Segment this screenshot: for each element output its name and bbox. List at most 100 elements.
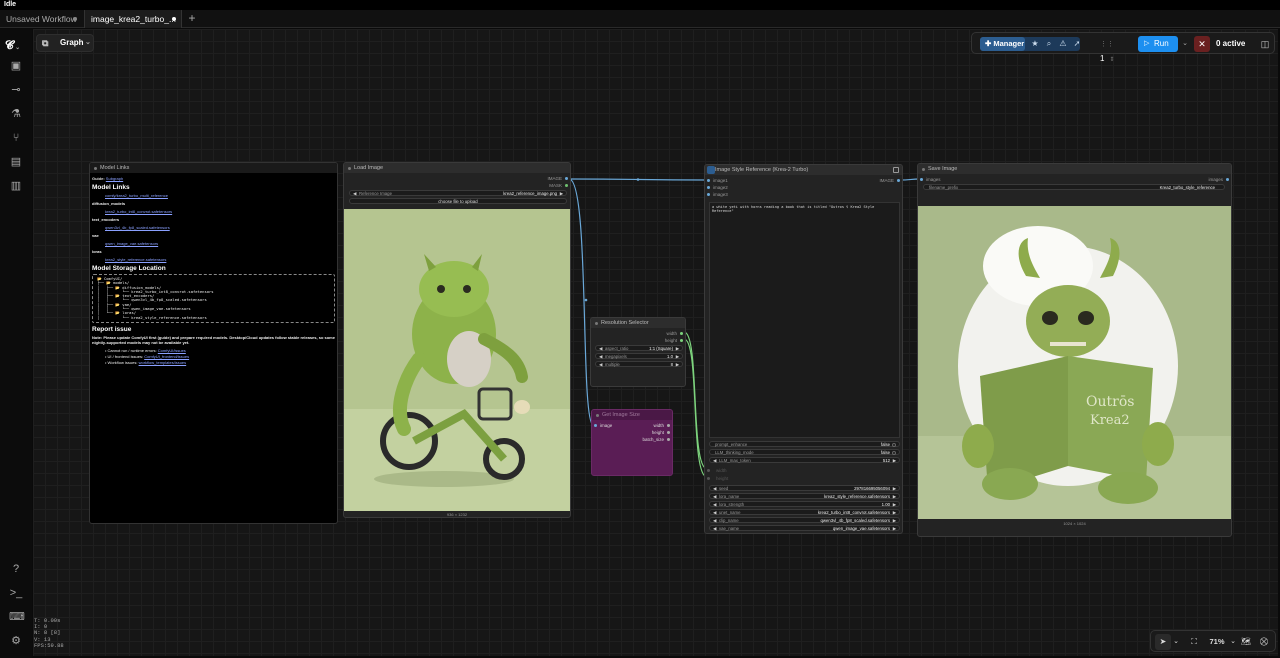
- node-title[interactable]: Get Image Size: [592, 410, 672, 420]
- run-options-chevron-icon[interactable]: ⌄: [1180, 37, 1190, 51]
- output-port[interactable]: [680, 332, 683, 335]
- clip-name-selector[interactable]: ◀ clip_name qwen3vl_4b_fp8_scaled.safetens…: [709, 517, 900, 523]
- toggle-panel-icon[interactable]: ◫: [1258, 37, 1272, 51]
- arrow-right-icon[interactable]: ▶: [676, 346, 679, 352]
- widget-value: krea2_reference_image.png: [503, 191, 557, 196]
- prompt-textarea[interactable]: a white yeti with horns reading a book t…: [709, 202, 900, 438]
- select-pointer-icon[interactable]: ➤: [1155, 634, 1171, 650]
- hide-links-icon[interactable]: ⛒: [1257, 634, 1271, 650]
- search-models-icon[interactable]: ⌕: [1042, 37, 1056, 51]
- arrow-left-icon[interactable]: ◀: [713, 494, 716, 500]
- node-title[interactable]: Image Style Reference (Krea-2 Turbo): [705, 165, 902, 175]
- aspect-ratio-selector[interactable]: ◀ aspect_ratio 1:1 (Square) ▶: [595, 345, 683, 351]
- node-title[interactable]: Save Image: [918, 164, 1231, 174]
- issue-link[interactable]: ComfyUI_frontend/issues: [144, 354, 189, 359]
- arrow-left-icon[interactable]: ◀: [353, 191, 356, 197]
- arrow-right-icon[interactable]: ▶: [893, 458, 896, 464]
- output-port[interactable]: [1226, 178, 1229, 181]
- node-title[interactable]: Model Links: [90, 163, 337, 173]
- manager-button[interactable]: ✚ Manager: [980, 37, 1025, 51]
- load-image-node[interactable]: Load Image IMAGE MASK ◀ Reference Image …: [343, 162, 571, 518]
- output-port[interactable]: [680, 339, 683, 342]
- model-link[interactable]: qwen_image_vae.safetensors: [92, 241, 335, 246]
- arrow-right-icon[interactable]: ▶: [893, 518, 896, 524]
- arrow-left-icon[interactable]: ◀: [713, 510, 716, 516]
- lora-strength-input[interactable]: ◀ lora_strength 1.00 ▶: [709, 501, 900, 507]
- arrow-left-icon[interactable]: ◀: [713, 486, 716, 492]
- expand-subgraph-icon[interactable]: [893, 167, 899, 173]
- node-title[interactable]: Resolution Selector: [591, 318, 685, 328]
- fit-view-icon[interactable]: ⛶: [1187, 634, 1201, 650]
- get-image-size-node[interactable]: Get Image Size image width height batch_…: [591, 409, 673, 476]
- lora-name-selector[interactable]: ◀ lora_name krea2_style_reference.safetens…: [709, 493, 900, 499]
- queue-count-input[interactable]: ⋮⋮ 1 ⇕: [1100, 37, 1130, 63]
- arrow-left-icon[interactable]: ◀: [713, 518, 716, 524]
- arrow-right-icon[interactable]: ▶: [676, 354, 679, 360]
- input-port[interactable]: [707, 179, 710, 182]
- arrow-left-icon[interactable]: ◀: [713, 502, 716, 508]
- megapixels-input[interactable]: ◀ megapixels 1.0 ▶: [595, 353, 683, 359]
- arrow-right-icon[interactable]: ▶: [893, 486, 896, 492]
- upload-button[interactable]: choose file to upload: [349, 198, 567, 204]
- guide-link[interactable]: Subgraph: [106, 176, 123, 181]
- max-token-input[interactable]: ◀ LLM_max_token 512 ▶: [709, 457, 900, 463]
- arrow-left-icon[interactable]: ◀: [599, 362, 602, 368]
- arrow-left-icon[interactable]: ◀: [599, 354, 602, 360]
- unet-name-selector[interactable]: ◀ unet_name krea2_turbo_int8_convrot.safet…: [709, 509, 900, 515]
- minimap-icon[interactable]: 🗺: [1239, 634, 1253, 650]
- model-links-node[interactable]: Model Links Guide: Subgraph Model Links …: [89, 162, 338, 524]
- output-image-label: IMAGE: [547, 176, 562, 181]
- toggle-icon[interactable]: [892, 450, 896, 455]
- input-port[interactable]: [707, 477, 710, 480]
- stepper-icon[interactable]: ⇕: [1109, 57, 1114, 63]
- vae-name-selector[interactable]: ◀ vae_name qwen_image_vae.safetensors ▶: [709, 525, 900, 531]
- arrow-left-icon[interactable]: ◀: [713, 526, 716, 532]
- widget-value: 8: [670, 362, 673, 367]
- arrow-right-icon[interactable]: ▶: [676, 362, 679, 368]
- thinking-mode-toggle[interactable]: LLM_thinking_mode false: [709, 449, 900, 455]
- output-port[interactable]: [667, 431, 670, 434]
- node-title[interactable]: Load Image: [344, 163, 570, 173]
- cancel-run-button[interactable]: ✕: [1194, 36, 1210, 52]
- model-link[interactable]: qwen3vl_4b_fp8_scaled.safetensors: [92, 225, 335, 230]
- zoom-level[interactable]: 71%: [1205, 634, 1229, 650]
- model-link[interactable]: comfy/krea2_turbo_multi_reference: [92, 193, 335, 198]
- chevron-down-icon[interactable]: ⌄: [1229, 634, 1237, 650]
- arrow-left-icon[interactable]: ◀: [713, 458, 716, 464]
- arrow-right-icon[interactable]: ▶: [893, 510, 896, 516]
- multiple-input[interactable]: ◀ multiple 8 ▶: [595, 361, 683, 367]
- input-port[interactable]: [920, 178, 923, 181]
- output-port[interactable]: [897, 179, 900, 182]
- star-icon[interactable]: ★: [1028, 37, 1042, 51]
- model-link[interactable]: krea2_turbo_int8_convrot.safetensors: [92, 209, 335, 214]
- input-port[interactable]: [594, 424, 597, 427]
- toggle-icon[interactable]: [892, 442, 896, 447]
- output-port[interactable]: [565, 184, 568, 187]
- resolution-selector-node[interactable]: Resolution Selector width height ◀ aspec…: [590, 317, 686, 387]
- model-link[interactable]: krea2_style_reference.safetensors: [92, 257, 335, 262]
- install-icon[interactable]: ⚠: [1056, 37, 1070, 51]
- run-button[interactable]: ▷ Run: [1138, 36, 1178, 52]
- arrow-right-icon[interactable]: ▶: [893, 502, 896, 508]
- chevron-down-icon[interactable]: ⌄: [1171, 634, 1181, 650]
- arrow-right-icon[interactable]: ▶: [893, 494, 896, 500]
- issue-link[interactable]: workflow_templates/issues: [139, 360, 187, 365]
- input-port[interactable]: [707, 186, 710, 189]
- issue-link[interactable]: ComfyUI/issues: [158, 348, 186, 353]
- filename-prefix-input[interactable]: filename_prefix Krea2_turbo_style_referen…: [923, 184, 1225, 190]
- output-port[interactable]: [565, 177, 568, 180]
- arrow-left-icon[interactable]: ◀: [599, 346, 602, 352]
- input-port[interactable]: [707, 469, 710, 472]
- arrow-right-icon[interactable]: ▶: [560, 191, 563, 197]
- arrow-right-icon[interactable]: ▶: [893, 526, 896, 532]
- share-arrow-icon[interactable]: ➚: [1070, 37, 1084, 51]
- output-port[interactable]: [667, 438, 670, 441]
- input-port[interactable]: [707, 193, 710, 196]
- seed-input[interactable]: ◀ seed 297816695056094 ▶: [709, 485, 900, 491]
- prompt-enhance-toggle[interactable]: prompt_enhance false: [709, 441, 900, 447]
- input-height-label: height: [716, 476, 729, 481]
- image-selector[interactable]: ◀ Reference Image krea2_reference_image.…: [349, 190, 567, 196]
- output-port[interactable]: [667, 424, 670, 427]
- save-image-node[interactable]: Save Image images images filename_prefix…: [917, 163, 1232, 537]
- style-reference-node[interactable]: Image Style Reference (Krea-2 Turbo) ima…: [704, 164, 903, 534]
